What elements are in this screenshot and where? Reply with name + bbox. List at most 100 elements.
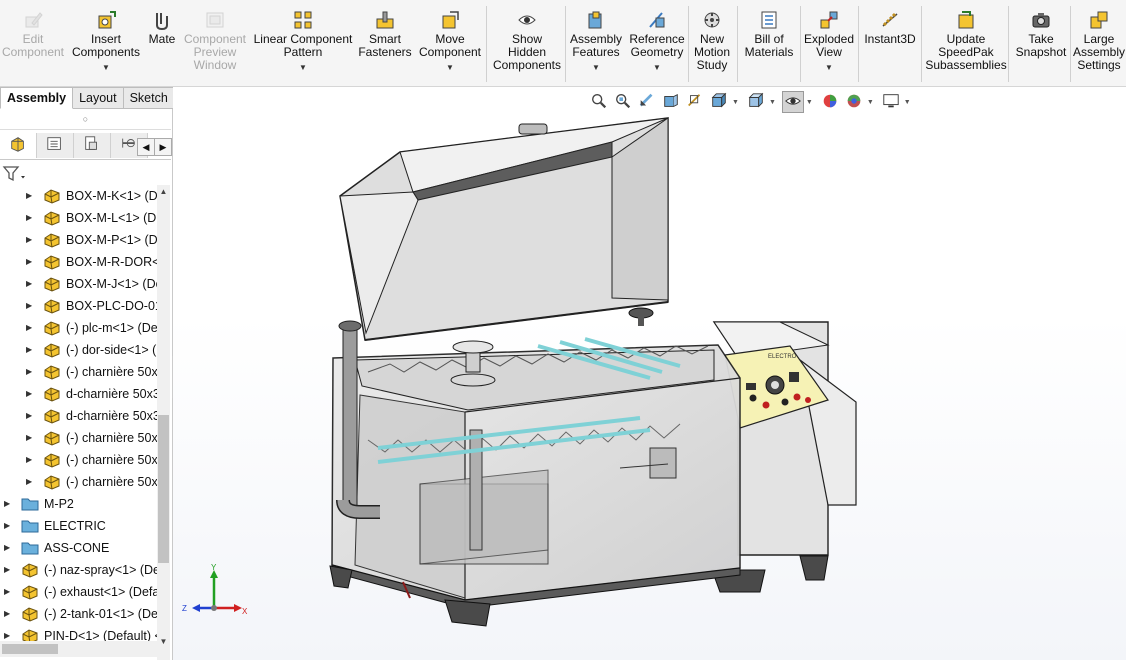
panel-drag-handle[interactable]: ○: [0, 109, 171, 130]
expand-arrow-icon[interactable]: ▶: [26, 273, 36, 295]
exploded-view-icon: [819, 10, 839, 30]
ribbon-button-label: Smart Fasteners: [358, 32, 412, 59]
expand-arrow-icon[interactable]: ▶: [4, 559, 14, 581]
expand-arrow-icon[interactable]: ▶: [26, 471, 36, 493]
move-component-button[interactable]: Move Component ▼: [418, 6, 482, 84]
panel-tabs-right-arrow[interactable]: ▶: [154, 138, 172, 156]
tree-vertical-scrollbar[interactable]: ▲ ▼: [157, 185, 170, 660]
scroll-down-icon[interactable]: ▼: [159, 637, 168, 646]
scroll-thumb[interactable]: [158, 415, 169, 563]
ribbon-separator: [737, 6, 738, 82]
expand-arrow-icon[interactable]: ▶: [26, 361, 36, 383]
zoom-area-button[interactable]: [612, 91, 634, 113]
show-hidden-components-button[interactable]: Show Hidden Components: [487, 6, 567, 84]
hide-show-items-button[interactable]: [781, 91, 804, 113]
chevron-down-icon[interactable]: ▼: [904, 99, 911, 106]
hide-show-items-icon: [784, 92, 802, 113]
chevron-down-icon[interactable]: ▼: [252, 61, 354, 74]
chevron-down-icon[interactable]: ▼: [418, 61, 482, 74]
linear-component-pattern-button[interactable]: Linear Component Pattern ▼: [252, 6, 354, 84]
feature-manager-tab[interactable]: [0, 133, 37, 158]
section-view-icon: [662, 92, 680, 113]
expand-arrow-icon[interactable]: ▶: [4, 581, 14, 603]
expand-arrow-icon[interactable]: ▶: [26, 449, 36, 471]
section-view-button[interactable]: [660, 91, 682, 113]
salt-spray-chamber-model[interactable]: ELECTRO: [173, 87, 1126, 660]
previous-view-button[interactable]: [636, 91, 658, 113]
smart-fasteners-button[interactable]: Smart Fasteners: [357, 6, 413, 84]
tree-item-label: ELECTRIC: [44, 519, 106, 533]
chevron-down-icon[interactable]: ▼: [769, 99, 776, 106]
tree-item-label: (-) charnière 50x: [66, 431, 158, 445]
expand-arrow-icon[interactable]: ▶: [26, 405, 36, 427]
view-settings-button[interactable]: [880, 91, 902, 113]
dynamic-annotation-button[interactable]: [684, 91, 706, 113]
part-icon: [43, 364, 61, 380]
view-orientation-icon: [710, 92, 728, 113]
edit-component-button[interactable]: Edit Component: [0, 6, 66, 84]
expand-arrow-icon[interactable]: ▶: [4, 493, 14, 515]
chevron-down-icon[interactable]: ▼: [627, 61, 687, 74]
expand-arrow-icon[interactable]: ▶: [26, 185, 36, 207]
edit-appearance-button[interactable]: [819, 91, 841, 113]
large-assembly-settings-button[interactable]: Large Assembly Settings: [1072, 6, 1126, 84]
graphics-area[interactable]: ELECTRO: [173, 87, 1126, 660]
expand-arrow-icon[interactable]: ▶: [26, 295, 36, 317]
reference-triad: Y X Z: [178, 562, 248, 622]
ribbon-button-label: Reference Geometry: [629, 32, 685, 59]
ribbon-separator: [565, 6, 566, 82]
configuration-manager-tab[interactable]: [74, 133, 111, 158]
scroll-up-icon[interactable]: ▲: [159, 187, 168, 196]
panel-tabs-left-arrow[interactable]: ◀: [137, 138, 155, 156]
expand-arrow-icon[interactable]: ▶: [4, 515, 14, 537]
assembly-features-button[interactable]: Assembly Features ▼: [567, 6, 625, 84]
new-motion-study-button[interactable]: New Motion Study: [690, 6, 734, 84]
expand-arrow-icon[interactable]: ▶: [26, 339, 36, 361]
expand-arrow-icon[interactable]: ▶: [4, 603, 14, 625]
tab-layout[interactable]: Layout: [73, 87, 124, 109]
take-snapshot-button[interactable]: Take Snapshot: [1012, 6, 1070, 84]
ribbon-button-label: Take Snapshot: [1015, 32, 1067, 59]
linear-pattern-icon: [293, 10, 313, 30]
chevron-down-icon[interactable]: ▼: [867, 99, 874, 106]
snapshot-icon: [1031, 10, 1051, 30]
chevron-down-icon[interactable]: ▼: [567, 61, 625, 74]
chevron-down-icon[interactable]: ▼: [801, 61, 857, 74]
expand-arrow-icon[interactable]: ▶: [26, 229, 36, 251]
apply-scene-button[interactable]: [843, 91, 865, 113]
expand-arrow-icon[interactable]: ▶: [4, 537, 14, 559]
tree-filter[interactable]: [2, 163, 162, 185]
update-speedpak-subassemblies-button[interactable]: Update SpeedPak Subassemblies: [923, 6, 1009, 84]
instant3d-button[interactable]: Instant3D: [860, 6, 920, 84]
tab-sketch[interactable]: Sketch: [123, 87, 175, 109]
instant3d-icon: [880, 10, 900, 30]
scroll-thumb-horizontal[interactable]: [2, 644, 58, 654]
property-manager-tab[interactable]: [37, 133, 74, 158]
reference-geometry-button[interactable]: Reference Geometry ▼: [627, 6, 687, 84]
component-preview-window-button[interactable]: Component Preview Window: [181, 6, 249, 84]
zoom-to-fit-button[interactable]: [588, 91, 610, 113]
dimxpert-icon: [120, 135, 138, 156]
tab-assembly[interactable]: Assembly: [0, 87, 74, 109]
chevron-down-icon[interactable]: ▼: [732, 99, 739, 106]
chevron-down-icon[interactable]: ▼: [68, 61, 144, 74]
tree-item-label: (-) charnière 50x: [66, 475, 158, 489]
mate-button[interactable]: Mate: [146, 6, 178, 84]
chevron-down-icon[interactable]: ▼: [806, 99, 813, 106]
bill-of-materials-button[interactable]: Bill of Materials: [738, 6, 800, 84]
expand-arrow-icon[interactable]: ▶: [26, 207, 36, 229]
part-icon: [43, 232, 61, 248]
speedpak-icon: [956, 10, 976, 30]
filter-icon[interactable]: [2, 163, 28, 183]
expand-arrow-icon[interactable]: ▶: [26, 317, 36, 339]
tree-item-label: (-) naz-spray<1> (De: [44, 563, 158, 577]
expand-arrow-icon[interactable]: ▶: [26, 251, 36, 273]
expand-arrow-icon[interactable]: ▶: [26, 427, 36, 449]
expand-arrow-icon[interactable]: ▶: [26, 383, 36, 405]
exploded-view-button[interactable]: Exploded View ▼: [801, 6, 857, 84]
display-style-button[interactable]: [745, 91, 767, 113]
tree-item-label: (-) charnière 50x: [66, 453, 158, 467]
insert-components-button[interactable]: Insert Components ▼: [68, 6, 144, 84]
tree-horizontal-scrollbar[interactable]: [0, 641, 157, 657]
view-orientation-button[interactable]: [708, 91, 730, 113]
